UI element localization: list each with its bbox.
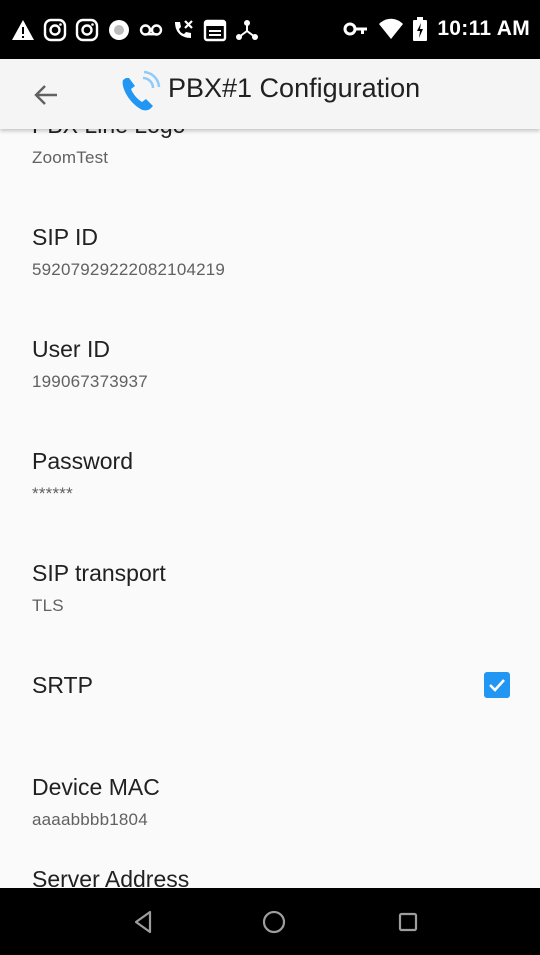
calendar-icon (203, 19, 227, 42)
pref-title: User ID (32, 336, 110, 362)
vpn-key-icon (343, 22, 368, 36)
pref-title: Server Address (32, 866, 190, 888)
instagram-icon (43, 18, 67, 42)
pref-title: Device MAC (32, 774, 160, 800)
home-circle-icon[interactable] (258, 906, 290, 938)
phone-ringing-icon (122, 70, 161, 111)
srtp-checkbox[interactable] (484, 672, 510, 698)
instagram-icon (75, 18, 99, 42)
pref-srtp[interactable]: SRTP (0, 662, 540, 774)
pref-summary: TLS (32, 596, 64, 615)
pref-user-id[interactable]: User ID 199067373937 (0, 326, 540, 438)
pref-sip-transport[interactable]: SIP transport TLS (0, 550, 540, 662)
pref-title: SIP ID (32, 224, 99, 250)
status-bar: 10:11 AM (0, 0, 540, 59)
pref-summary: ZoomTest (32, 148, 109, 167)
pref-summary: 199067373937 (32, 372, 148, 391)
pref-summary: 59207929222082104219 (32, 260, 226, 279)
pref-summary: ****** (32, 484, 73, 503)
pref-password[interactable]: Password ****** (0, 438, 540, 550)
status-icons-left (11, 16, 267, 44)
preference-list[interactable]: PBX Line Logo ZoomTest SIP ID 5920792922… (0, 129, 540, 888)
missed-call-icon (175, 20, 193, 38)
pref-title: PBX Line Logo (32, 129, 185, 139)
page-title: PBX#1 Configuration (168, 73, 421, 103)
pref-server-address[interactable]: Server Address (0, 866, 540, 888)
status-time: 10:11 AM (437, 17, 530, 40)
back-triangle-icon[interactable] (128, 906, 160, 938)
pref-sip-id[interactable]: SIP ID 59207929222082104219 (0, 214, 540, 326)
pref-summary: aaaabbbb1804 (32, 810, 148, 829)
back-arrow-icon[interactable] (26, 75, 66, 115)
warning-icon (12, 20, 34, 40)
app-bar: PBX#1 Configuration (0, 59, 540, 129)
wifi-icon (379, 18, 404, 39)
pref-title: Password (32, 448, 133, 474)
pref-title: SRTP (32, 672, 93, 698)
status-icons-right: 10:11 AM (343, 14, 530, 44)
battery-charging-icon (413, 17, 428, 41)
pref-title: SIP transport (32, 560, 166, 586)
check-icon (489, 679, 505, 692)
pref-pbx-line-logo[interactable]: PBX Line Logo ZoomTest (0, 129, 540, 214)
recents-square-icon[interactable] (392, 906, 424, 938)
voicemail-icon (139, 24, 163, 36)
network-icon (236, 20, 258, 40)
navigation-bar (0, 888, 540, 955)
status-circle-icon (109, 20, 129, 40)
